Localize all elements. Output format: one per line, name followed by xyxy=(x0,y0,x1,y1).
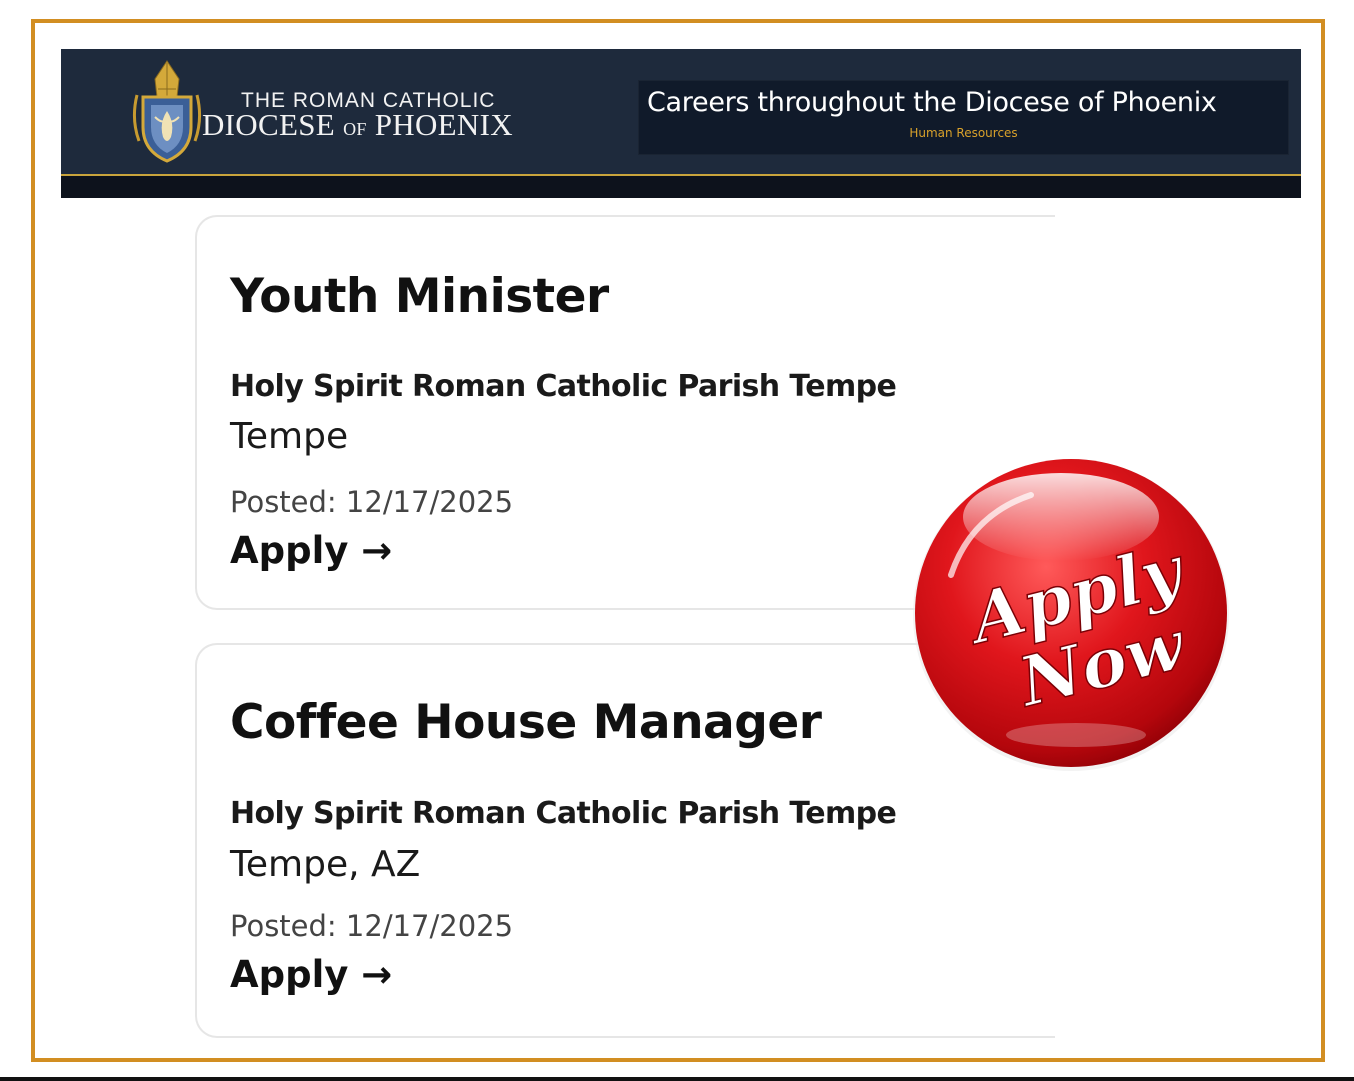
job-posted-date: Posted: 12/17/2025 xyxy=(230,485,514,519)
logo-word-of: OF xyxy=(343,119,367,139)
job-posted-date: Posted: 12/17/2025 xyxy=(230,909,514,943)
job-organization: Holy Spirit Roman Catholic Parish Tempe xyxy=(230,796,897,831)
apply-now-button[interactable]: Apply Now xyxy=(911,455,1231,773)
diocese-crest-icon xyxy=(132,60,202,163)
job-location: Tempe xyxy=(230,416,349,457)
job-location: Tempe, AZ xyxy=(230,844,421,885)
logo-text-main: DIOCESE OF PHOENIX xyxy=(202,107,513,143)
careers-heading-box: Careers throughout the Diocese of Phoeni… xyxy=(638,80,1289,155)
logo-word-diocese: DIOCESE xyxy=(202,107,335,142)
bottom-divider xyxy=(0,1077,1354,1081)
careers-subtitle: Human Resources xyxy=(909,126,1018,140)
logo-word-phoenix: PHOENIX xyxy=(374,107,513,142)
careers-title: Careers throughout the Diocese of Phoeni… xyxy=(647,87,1217,118)
apply-link[interactable]: Apply → xyxy=(230,953,392,996)
job-title[interactable]: Coffee House Manager xyxy=(230,695,822,750)
job-title[interactable]: Youth Minister xyxy=(230,269,609,324)
header-bottom-strip xyxy=(61,174,1301,198)
apply-link[interactable]: Apply → xyxy=(230,529,392,572)
job-organization: Holy Spirit Roman Catholic Parish Tempe xyxy=(230,369,897,404)
header-banner: THE ROMAN CATHOLIC DIOCESE OF PHOENIX Ca… xyxy=(61,49,1301,198)
